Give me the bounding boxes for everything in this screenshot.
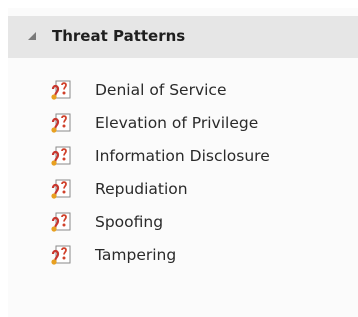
collapse-triangle-icon[interactable] — [28, 32, 36, 40]
group-title: Threat Patterns — [52, 27, 186, 45]
list-item-repudiation[interactable]: Repudiation — [8, 174, 358, 207]
list-item-spoofing[interactable]: Spoofing — [8, 207, 358, 240]
toolbox-panel: Threat Patterns Denial of Service Elevat… — [8, 8, 358, 317]
threat-pattern-icon — [51, 245, 71, 265]
item-label: Information Disclosure — [95, 147, 270, 165]
item-label: Spoofing — [95, 213, 164, 231]
threat-pattern-list: Denial of Service Elevation of Privilege… — [8, 75, 358, 273]
list-item-elevation-of-privilege[interactable]: Elevation of Privilege — [8, 108, 358, 141]
item-label: Elevation of Privilege — [95, 114, 259, 132]
threat-pattern-icon — [51, 212, 71, 232]
threat-pattern-icon — [51, 80, 71, 100]
list-item-denial-of-service[interactable]: Denial of Service — [8, 75, 358, 108]
threat-pattern-icon — [51, 179, 71, 199]
threat-pattern-icon — [51, 146, 71, 166]
list-item-information-disclosure[interactable]: Information Disclosure — [8, 141, 358, 174]
item-label: Repudiation — [95, 180, 188, 198]
list-item-tampering[interactable]: Tampering — [8, 240, 358, 273]
threat-pattern-icon — [51, 113, 71, 133]
item-label: Tampering — [95, 246, 177, 264]
item-label: Denial of Service — [95, 81, 227, 99]
threat-patterns-group-header[interactable]: Threat Patterns — [8, 16, 358, 58]
